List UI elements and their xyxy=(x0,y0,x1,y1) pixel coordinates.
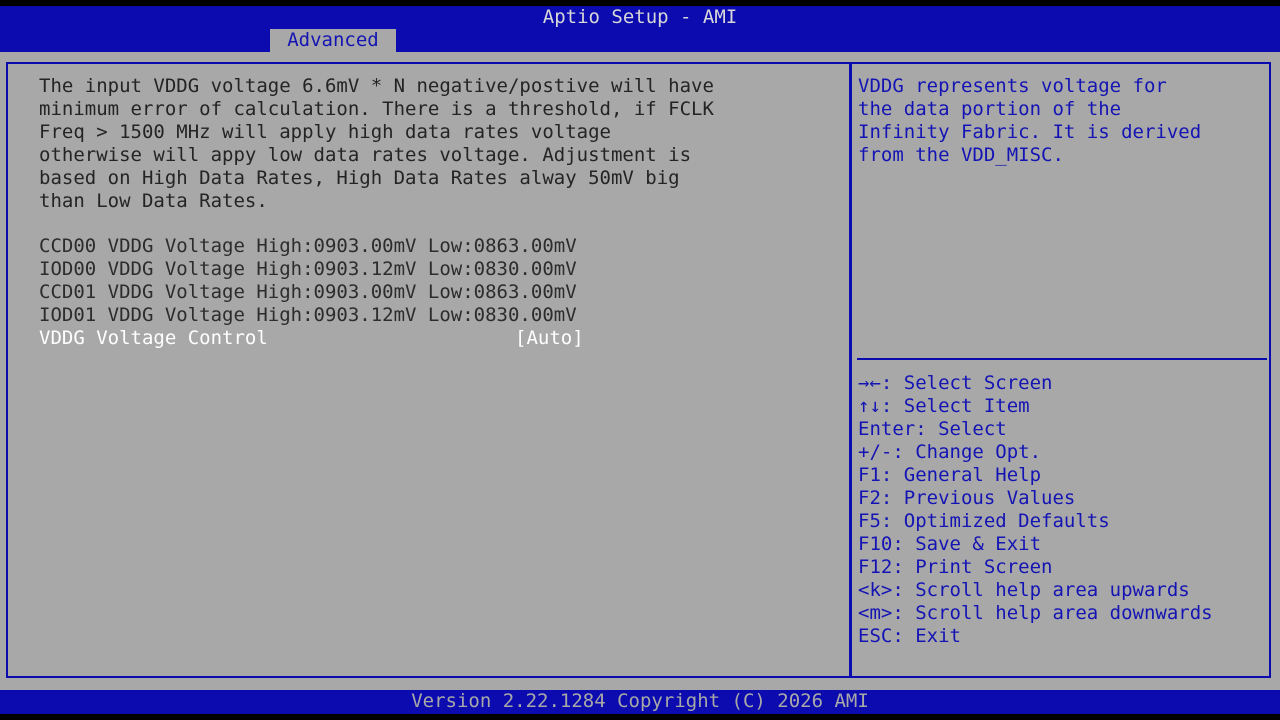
description-line: based on High Data Rates, High Data Rate… xyxy=(39,167,680,189)
tab-advanced[interactable]: Advanced xyxy=(270,29,396,52)
key-general-help: F1: General Help xyxy=(858,464,1042,486)
key-select-item: ↑↓: Select Item xyxy=(858,395,1030,417)
description-line: Freq > 1500 MHz will apply high data rat… xyxy=(39,121,611,143)
key-optimized-defaults: F5: Optimized Defaults xyxy=(858,510,1110,532)
key-scroll-up: <k>: Scroll help area upwards xyxy=(858,579,1190,601)
voltage-readout-iod00: IOD00 VDDG Voltage High:0903.12mV Low:08… xyxy=(39,258,577,280)
version-text: Version 2.22.1284 Copyright (C) 2026 AMI xyxy=(411,690,869,712)
voltage-readout-ccd00: CCD00 VDDG Voltage High:0903.00mV Low:08… xyxy=(39,235,577,257)
app-title: Aptio Setup - AMI xyxy=(542,6,738,28)
help-text-line: Infinity Fabric. It is derived xyxy=(858,121,1202,143)
description-line: than Low Data Rates. xyxy=(39,190,268,212)
key-print-screen: F12: Print Screen xyxy=(858,556,1053,578)
key-previous-values: F2: Previous Values xyxy=(858,487,1076,509)
key-select-screen: →←: Select Screen xyxy=(858,372,1053,394)
voltage-readout-iod01: IOD01 VDDG Voltage High:0903.12mV Low:08… xyxy=(39,304,577,326)
help-text-line: from the VDD_MISC. xyxy=(858,144,1064,166)
help-text-line: the data portion of the xyxy=(858,98,1122,120)
description-line: otherwise will appy low data rates volta… xyxy=(39,144,692,166)
key-change-opt: +/-: Change Opt. xyxy=(858,441,1042,463)
description-line: minimum error of calculation. There is a… xyxy=(39,98,714,120)
vddg-voltage-control-option[interactable]: VDDG Voltage Control xyxy=(39,327,268,350)
key-save-exit: F10: Save & Exit xyxy=(858,533,1042,555)
key-scroll-down: <m>: Scroll help area downwards xyxy=(858,602,1213,624)
panel-divider xyxy=(849,62,852,678)
voltage-readout-ccd01: CCD01 VDDG Voltage High:0903.00mV Low:08… xyxy=(39,281,577,303)
key-enter-select: Enter: Select xyxy=(858,418,1007,440)
description-line: The input VDDG voltage 6.6mV * N negativ… xyxy=(39,75,714,97)
help-text-line: VDDG represents voltage for xyxy=(858,75,1167,97)
key-escape-exit: ESC: Exit xyxy=(858,625,961,647)
help-separator xyxy=(857,358,1267,360)
vddg-voltage-control-value[interactable]: [Auto] xyxy=(515,327,584,350)
